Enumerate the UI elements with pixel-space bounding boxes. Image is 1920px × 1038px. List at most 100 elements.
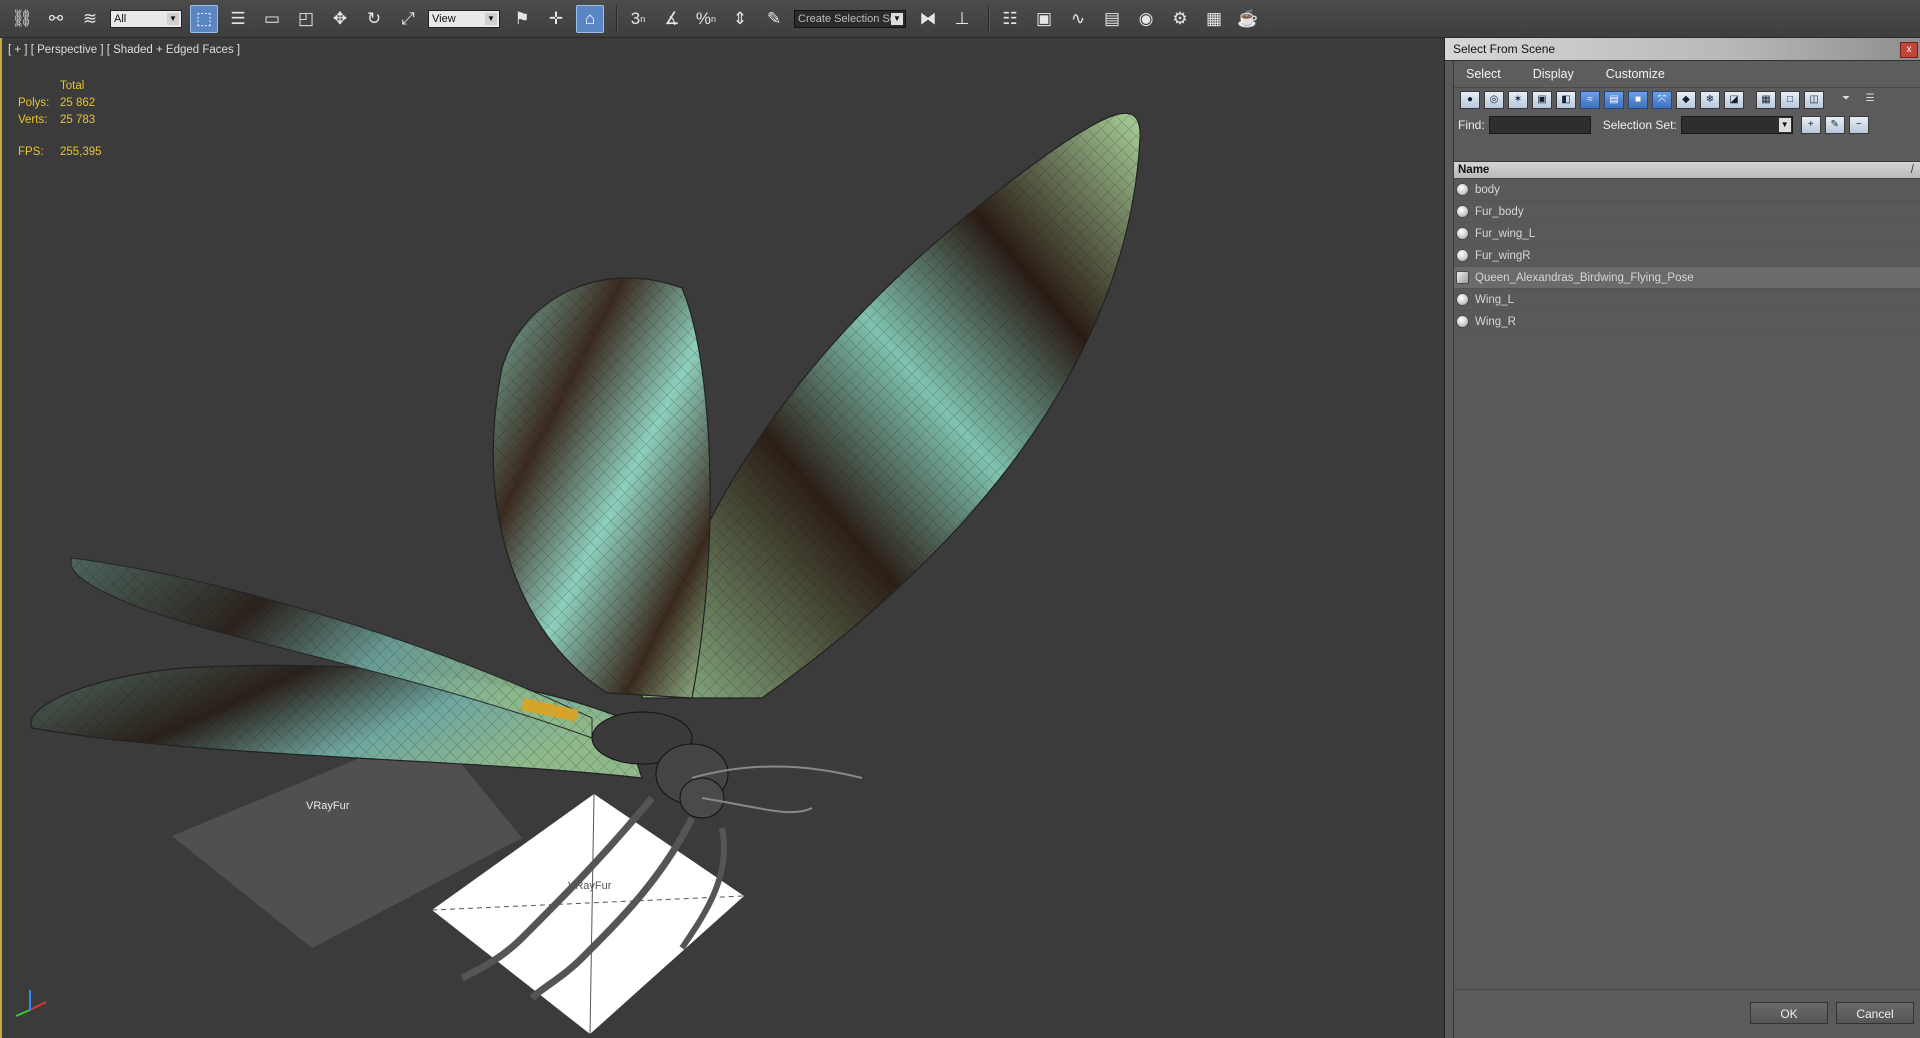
dialog-body: Select Display Customize ● ◎ ✶ ▣ ◧ ≈ ▤ ■…: [1453, 61, 1920, 1038]
schematic-icon[interactable]: ▤: [1098, 5, 1126, 33]
select-from-scene-dialog: Select From Scene x Select Display Custo…: [1444, 38, 1920, 1038]
select-by-name-icon[interactable]: ☰: [224, 5, 252, 33]
list-item[interactable]: Fur_body: [1454, 201, 1920, 223]
list-item[interactable]: Queen_Alexandras_Birdwing_Flying_Pose: [1454, 267, 1920, 289]
ok-button[interactable]: OK: [1750, 1002, 1828, 1024]
reference-coord-dropdown[interactable]: View ▼: [428, 9, 500, 28]
axis-tripod-icon: [15, 990, 47, 1017]
dialog-footer: OK Cancel: [1454, 989, 1920, 1038]
menu-display[interactable]: Display: [1527, 67, 1580, 81]
mirror-icon[interactable]: ⧓: [914, 5, 942, 33]
toolbar-divider: [616, 5, 618, 32]
render-icon[interactable]: ☕: [1234, 5, 1262, 33]
display-cameras-icon[interactable]: ▣: [1532, 91, 1552, 109]
create-selection-set-icon[interactable]: +: [1800, 116, 1821, 134]
find-label: Find:: [1458, 118, 1485, 132]
chevron-down-icon: ▼: [485, 12, 497, 25]
display-helpers-icon[interactable]: ◧: [1556, 91, 1576, 109]
main-toolbar: ⛓ ⚯ ≋ All ▼ ⬚ ☰ ▭ ◰ ✥ ↻ ⤢ View ▼ ⚑ ✛ ⌂ 3…: [0, 0, 1920, 38]
chevron-down-icon: ▼: [891, 12, 903, 25]
display-shapes-icon[interactable]: ◎: [1484, 91, 1504, 109]
object-name: Fur_body: [1475, 205, 1524, 218]
menu-select[interactable]: Select: [1460, 67, 1507, 81]
display-hidden-icon[interactable]: ◪: [1724, 91, 1744, 109]
geometry-object-icon: [1456, 249, 1469, 262]
sort-indicator: /: [1910, 164, 1914, 176]
display-geometry-icon[interactable]: ●: [1460, 91, 1480, 109]
find-input[interactable]: [1488, 116, 1591, 134]
angle-snap-icon[interactable]: ∡: [658, 5, 686, 33]
display-spacewarps-icon[interactable]: ≈: [1580, 91, 1600, 109]
snaps-toggle-icon[interactable]: 3n: [624, 5, 652, 33]
display-frozen-icon[interactable]: ❄: [1700, 91, 1720, 109]
display-lights-icon[interactable]: ✶: [1508, 91, 1528, 109]
display-bones-icon[interactable]: ⤧: [1652, 91, 1672, 109]
select-all-icon[interactable]: ▦: [1756, 91, 1776, 109]
select-none-icon[interactable]: □: [1780, 91, 1800, 109]
list-item[interactable]: Fur_wingR: [1454, 245, 1920, 267]
select-object-icon[interactable]: ⬚: [190, 4, 218, 33]
select-manipulate-icon[interactable]: ✛: [542, 5, 570, 33]
object-name: Queen_Alexandras_Birdwing_Flying_Pose: [1475, 271, 1694, 284]
display-groups-icon[interactable]: ▤: [1604, 91, 1624, 109]
dialog-icon-toolbar: ● ◎ ✶ ▣ ◧ ≈ ▤ ■ ⤧ ◆ ❄ ◪ ▦ □ ◫ ⏷ ☰: [1454, 88, 1920, 112]
pivot-icon[interactable]: ⚑: [508, 5, 536, 33]
filter-settings-icon[interactable]: ☰: [1860, 91, 1880, 109]
render-setup-icon[interactable]: ⚙: [1166, 5, 1194, 33]
bind-spacewarp-icon[interactable]: ≋: [76, 5, 104, 33]
scene-object-list[interactable]: Name / body Fur_body Fur_wing_L Fur_wing…: [1454, 161, 1920, 1012]
material-editor-icon[interactable]: ◉: [1132, 5, 1160, 33]
select-invert-icon[interactable]: ◫: [1804, 91, 1824, 109]
list-item[interactable]: body: [1454, 179, 1920, 201]
spinner-snap-icon[interactable]: ⇕: [726, 5, 754, 33]
graphite-icon[interactable]: ▣: [1030, 5, 1058, 33]
reference-coord-value: View: [432, 12, 456, 25]
perspective-viewport[interactable]: [ + ] [ Perspective ] [ Shaded + Edged F…: [0, 38, 1444, 1038]
scale-icon[interactable]: ⤢: [394, 5, 422, 33]
list-item[interactable]: Wing_L: [1454, 289, 1920, 311]
snap-3-label: 3: [630, 8, 641, 28]
rendered-frame-icon[interactable]: ▦: [1200, 5, 1228, 33]
edit-named-sel-icon[interactable]: ✎: [760, 5, 788, 33]
chevron-down-icon: ▼: [1778, 118, 1791, 132]
snap-percent-label: %: [695, 8, 712, 28]
selection-set-dropdown[interactable]: ▼: [1680, 116, 1793, 134]
name-column-header[interactable]: Name /: [1454, 162, 1920, 179]
unlink-icon[interactable]: ⚯: [42, 5, 70, 33]
list-item[interactable]: Wing_R: [1454, 311, 1920, 333]
filter-icon[interactable]: ⏷: [1836, 91, 1856, 109]
move-icon[interactable]: ✥: [326, 5, 354, 33]
toolbar-divider: [988, 5, 990, 32]
rect-region-icon[interactable]: ▭: [258, 5, 286, 33]
selection-filter-dropdown[interactable]: All ▼: [110, 9, 182, 28]
edit-selection-set-icon[interactable]: ✎: [1824, 116, 1845, 134]
close-icon[interactable]: x: [1900, 42, 1918, 58]
geometry-object-icon: [1456, 293, 1469, 306]
butterfly-model[interactable]: [2, 38, 1442, 1038]
object-name: Wing_R: [1475, 315, 1516, 328]
list-item[interactable]: Fur_wing_L: [1454, 223, 1920, 245]
align-icon[interactable]: ⊥: [948, 5, 976, 33]
percent-snap-icon[interactable]: % n: [692, 5, 720, 33]
display-xrefs-icon[interactable]: ■: [1628, 91, 1648, 109]
menu-customize[interactable]: Customize: [1600, 67, 1671, 81]
layer-explorer-icon[interactable]: ☷: [996, 5, 1024, 33]
window-crossing-icon[interactable]: ◰: [292, 5, 320, 33]
dialog-title: Select From Scene: [1453, 42, 1556, 56]
curve-editor-icon[interactable]: ∿: [1064, 5, 1092, 33]
keyboard-shortcut-icon[interactable]: ⌂: [576, 4, 604, 33]
cancel-button[interactable]: Cancel: [1836, 1002, 1914, 1024]
vrayfur-label-1: VRayFur: [306, 800, 350, 812]
geometry-object-icon: [1456, 315, 1469, 328]
remove-selection-set-icon[interactable]: −: [1848, 116, 1869, 134]
name-column-label: Name: [1458, 164, 1490, 176]
find-row: Find: Selection Set: ▼ + ✎ −: [1454, 112, 1920, 138]
geometry-object-icon: [1456, 205, 1469, 218]
object-name: Fur_wingR: [1475, 249, 1531, 262]
rotate-icon[interactable]: ↻: [360, 5, 388, 33]
display-containers-icon[interactable]: ◆: [1676, 91, 1696, 109]
named-selection-dropdown[interactable]: Create Selection Se ▼: [794, 9, 906, 28]
object-name: body: [1475, 183, 1500, 196]
dialog-title-bar[interactable]: Select From Scene x: [1445, 38, 1920, 61]
link-icon[interactable]: ⛓: [8, 5, 36, 33]
